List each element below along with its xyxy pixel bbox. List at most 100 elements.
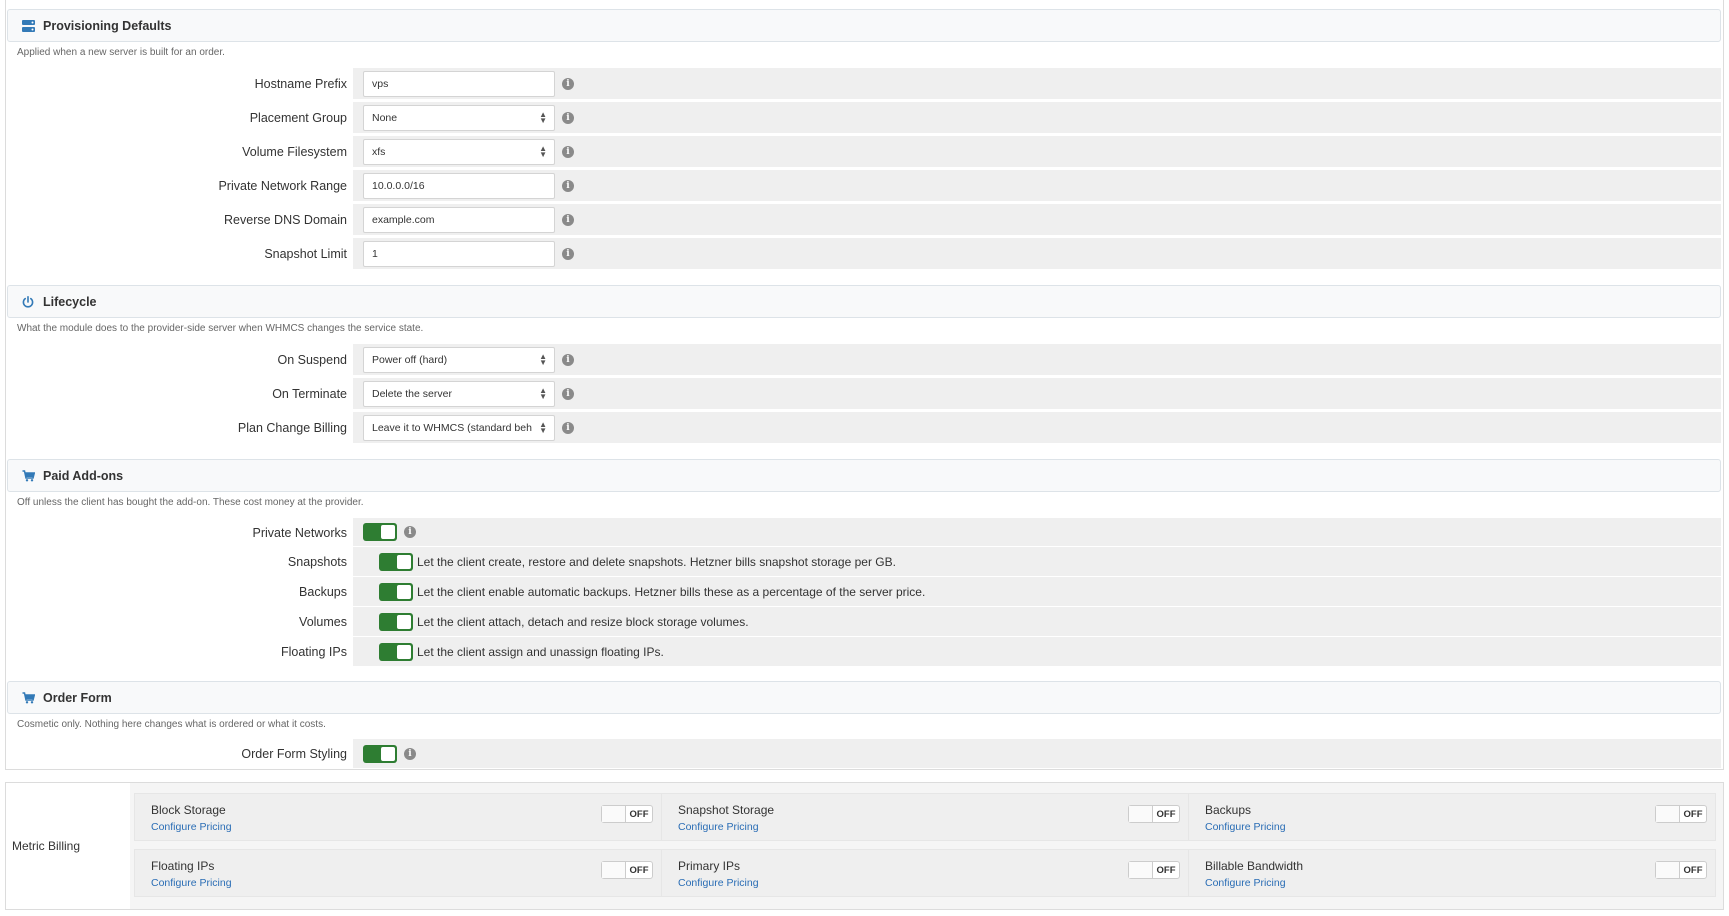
field-label: Placement Group — [7, 102, 353, 134]
toggle-description: Let the client attach, detach and resize… — [417, 614, 749, 629]
metric-name: Block Storage — [151, 803, 226, 817]
section-title: Order Form — [43, 690, 112, 705]
info-icon[interactable]: i — [562, 213, 574, 226]
info-icon[interactable]: i — [562, 387, 574, 400]
on-terminate-select[interactable]: Delete the server ▲ ▼ — [363, 380, 555, 407]
metric-billing-label: Metric Billing — [12, 839, 81, 853]
configure-pricing-link[interactable]: Configure Pricing — [678, 821, 1188, 833]
configure-pricing-link[interactable]: Configure Pricing — [1205, 821, 1715, 833]
placement-group-select[interactable]: None ▲ ▼ — [363, 104, 555, 131]
snapshots-toggle[interactable] — [379, 552, 413, 571]
info-icon[interactable]: i — [562, 145, 574, 158]
reverse-dns-domain-input[interactable]: example.com — [363, 206, 555, 233]
select-caret-icon: ▲ ▼ — [539, 109, 547, 125]
select-value: None — [372, 111, 398, 124]
volume-filesystem-select[interactable]: xfs ▲ ▼ — [363, 138, 555, 165]
metric-card-backups: Backups Configure Pricing OFF — [1188, 793, 1716, 841]
plan-change-billing-select[interactable]: Leave it to WHMCS (standard behaviour) ▲▼ — [363, 414, 555, 441]
metric-name: Primary IPs — [678, 859, 741, 873]
select-caret-icon: ▲ ▼ — [539, 143, 547, 159]
toggle-knob — [1129, 862, 1153, 878]
row-on-suspend: On Suspend Power off (hard) ▲ ▼ i — [7, 344, 1721, 376]
configure-pricing-link[interactable]: Configure Pricing — [678, 877, 1188, 889]
server-icon — [20, 18, 36, 34]
select-caret-icon: ▲ ▼ — [539, 351, 547, 367]
field-label: Floating IPs — [7, 637, 353, 667]
metric-billing-panel: Metric Billing Block Storage Configure P… — [5, 782, 1724, 910]
field-cell: Power off (hard) ▲ ▼ i — [353, 344, 1721, 376]
row-snapshot-limit: Snapshot Limit 1 i — [7, 238, 1721, 270]
metric-name: Backups — [1205, 803, 1252, 817]
snapshot-limit-input[interactable]: 1 — [363, 240, 555, 267]
field-cell: None ▲ ▼ i — [353, 102, 1721, 134]
field-cell: Leave it to WHMCS (standard behaviour) ▲▼… — [353, 412, 1721, 444]
field-label: Snapshots — [7, 547, 353, 577]
field-label: Hostname Prefix — [7, 68, 353, 100]
field-label: Volume Filesystem — [7, 136, 353, 168]
configure-pricing-link[interactable]: Configure Pricing — [151, 877, 661, 889]
row-private-networks: Private Networks i — [7, 518, 1721, 547]
info-icon[interactable]: i — [562, 77, 574, 90]
field-cell: i — [353, 518, 1721, 547]
row-volume-filesystem: Volume Filesystem xfs ▲ ▼ i — [7, 136, 1721, 168]
on-suspend-select[interactable]: Power off (hard) ▲ ▼ — [363, 346, 555, 373]
backups-toggle[interactable] — [379, 582, 413, 601]
info-icon[interactable]: i — [562, 421, 574, 434]
field-label: Reverse DNS Domain — [7, 204, 353, 236]
configure-pricing-link[interactable]: Configure Pricing — [1205, 877, 1715, 889]
primary-ips-toggle[interactable]: OFF — [1128, 861, 1180, 879]
field-cell: Let the client assign and unassign float… — [353, 637, 1721, 667]
info-icon[interactable]: i — [404, 526, 416, 538]
info-icon[interactable]: i — [562, 111, 574, 124]
info-icon[interactable]: i — [562, 353, 574, 366]
toggle-knob — [397, 584, 411, 599]
floating-ips-metric-toggle[interactable]: OFF — [601, 861, 653, 879]
snapshot-storage-toggle[interactable]: OFF — [1128, 805, 1180, 823]
block-storage-toggle[interactable]: OFF — [601, 805, 653, 823]
field-label: Snapshot Limit — [7, 238, 353, 270]
section-description: What the module does to the provider-sid… — [17, 323, 424, 334]
metric-card-primary-ips: Primary IPs Configure Pricing OFF — [661, 849, 1189, 897]
floating-ips-toggle[interactable] — [379, 642, 413, 661]
select-value: xfs — [372, 145, 386, 158]
section-order-form-header: Order Form — [7, 681, 1721, 714]
info-icon[interactable]: i — [562, 179, 574, 192]
section-title: Provisioning Defaults — [43, 18, 172, 33]
toggle-knob — [397, 644, 411, 659]
power-icon — [20, 294, 36, 310]
toggle-knob — [381, 525, 395, 539]
section-description: Applied when a new server is built for a… — [17, 47, 225, 58]
toggle-state: OFF — [1683, 808, 1703, 820]
info-icon[interactable]: i — [404, 747, 416, 760]
row-on-terminate: On Terminate Delete the server ▲ ▼ i — [7, 378, 1721, 410]
section-provisioning-header: Provisioning Defaults — [7, 9, 1721, 42]
order-form-styling-toggle[interactable] — [363, 744, 397, 763]
toggle-knob — [1656, 862, 1680, 878]
toggle-knob — [1656, 806, 1680, 822]
toggle-state: OFF — [1156, 808, 1176, 820]
configure-pricing-link[interactable]: Configure Pricing — [151, 821, 661, 833]
billable-bandwidth-toggle[interactable]: OFF — [1655, 861, 1707, 879]
section-description: Off unless the client has bought the add… — [17, 497, 364, 508]
row-backups: Backups Let the client enable automatic … — [7, 577, 1721, 607]
select-value: Leave it to WHMCS (standard behaviour) — [372, 421, 532, 434]
select-caret-icon: ▲ ▼ — [539, 385, 547, 401]
toggle-knob — [381, 746, 395, 761]
backups-metric-toggle[interactable]: OFF — [1655, 805, 1707, 823]
private-network-range-input[interactable]: 10.0.0.0/16 — [363, 172, 555, 199]
private-networks-toggle[interactable] — [363, 523, 397, 541]
section-description: Cosmetic only. Nothing here changes what… — [17, 719, 326, 730]
field-cell: Let the client create, restore and delet… — [353, 547, 1721, 577]
info-icon[interactable]: i — [562, 247, 574, 260]
metric-card-snapshot-storage: Snapshot Storage Configure Pricing OFF — [661, 793, 1189, 841]
hostname-prefix-input[interactable]: vps — [363, 70, 555, 97]
field-cell: vps i — [353, 68, 1721, 100]
field-cell: 10.0.0.0/16 i — [353, 170, 1721, 202]
toggle-knob — [602, 862, 626, 878]
toggle-description: Let the client enable automatic backups.… — [417, 584, 926, 599]
metric-card-floating-ips: Floating IPs Configure Pricing OFF — [134, 849, 662, 897]
volumes-toggle[interactable] — [379, 612, 413, 631]
toggle-state: OFF — [1156, 864, 1176, 876]
field-cell: example.com i — [353, 204, 1721, 236]
field-cell: xfs ▲ ▼ i — [353, 136, 1721, 168]
